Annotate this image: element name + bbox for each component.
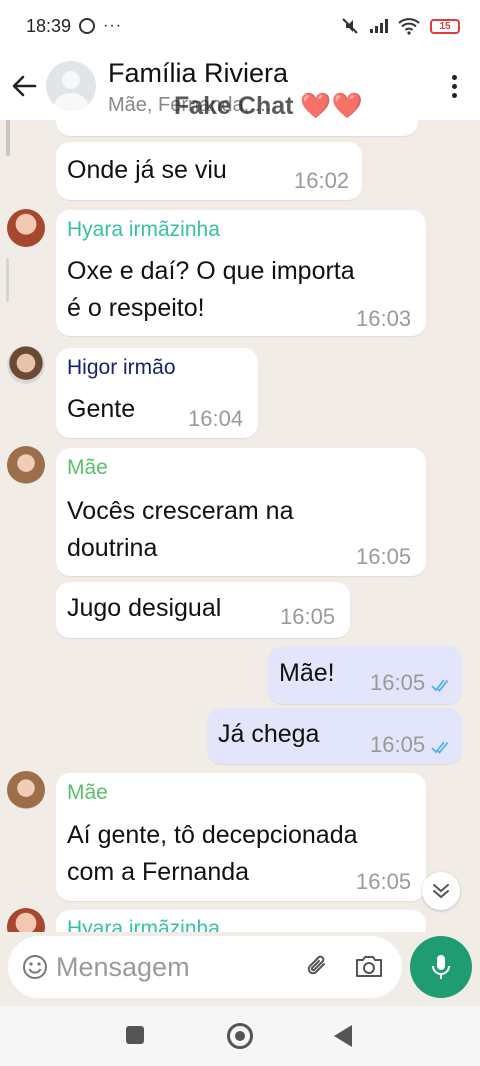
message-bubble[interactable]: Jugo desigual 16:05	[56, 582, 350, 638]
emoji-icon[interactable]	[22, 954, 48, 980]
message-time: 16:04	[188, 406, 244, 431]
message-placeholder: Mensagem	[56, 952, 190, 982]
message-text: Já chega	[218, 720, 320, 748]
wifi-icon	[398, 18, 420, 35]
message-bubble-outgoing[interactable]: Mãe! 16:05	[268, 646, 462, 704]
sender-name: Mãe	[67, 781, 108, 804]
composer-bar: Mensagem	[0, 932, 480, 1006]
message-time: 16:03	[356, 306, 412, 331]
message-bubble-partial	[56, 120, 418, 136]
more-notifications-icon: ···	[103, 17, 123, 34]
message-time: 16:05	[370, 670, 426, 695]
message-bubble[interactable]: Higor irmão Gente 16:04	[56, 348, 258, 438]
chat-title: Família Riviera	[108, 58, 289, 88]
sender-avatar[interactable]	[7, 209, 45, 247]
scroll-to-bottom-button[interactable]	[422, 872, 460, 910]
back-button[interactable]	[2, 64, 46, 108]
message-input[interactable]: Mensagem	[8, 936, 402, 998]
battery-icon: 15	[430, 18, 460, 34]
message-text-line: doutrina	[67, 534, 158, 562]
message-bubble[interactable]: Hyara irmãzinha Oxe e daí? O que importa…	[56, 210, 426, 336]
read-ticks-icon	[431, 679, 449, 692]
chat-header: Família Riviera Mãe, Fernanda, ... Fake …	[0, 52, 480, 120]
sender-name: Hyara irmãzinha	[67, 218, 220, 241]
arrow-left-icon	[12, 75, 37, 97]
message-text: Onde já se viu	[67, 156, 227, 184]
sender-name: Mãe	[67, 456, 108, 479]
more-dot	[451, 92, 457, 98]
sender-avatar[interactable]	[7, 771, 45, 809]
chevron-double-down-icon	[433, 884, 449, 899]
message-text: Mãe!	[279, 659, 335, 687]
sender-avatar[interactable]	[7, 908, 45, 932]
microphone-icon	[432, 955, 450, 979]
message-bubble[interactable]: Mãe Aí gente, tô decepcionada com a Fern…	[56, 773, 426, 901]
message-bubble[interactable]: Onde já se viu 16:02	[56, 142, 362, 200]
message-list[interactable]: Onde já se viu 16:02 Hyara irmãzinha Oxe…	[0, 120, 480, 932]
sender-name: Higor irmão	[67, 356, 176, 379]
message-text: Jugo desigual	[67, 594, 222, 622]
message-text: Gente	[67, 395, 136, 423]
more-dot	[451, 74, 457, 80]
group-avatar[interactable]	[46, 61, 96, 111]
message-time: 16:05	[356, 869, 412, 894]
message-time: 16:05	[280, 604, 336, 629]
message-time: 16:02	[294, 168, 350, 193]
sender-name: Hyara irmãzinha	[67, 917, 220, 932]
home-button[interactable]	[227, 1023, 253, 1049]
system-back-button[interactable]	[334, 1025, 352, 1047]
scroll-indicator	[6, 120, 10, 156]
attachment-icon[interactable]	[304, 952, 332, 980]
mute-icon	[342, 18, 358, 34]
chat-info[interactable]: Família Riviera Mãe, Fernanda, ... Fake …	[108, 56, 444, 120]
scroll-indicator	[6, 258, 9, 302]
more-options-button[interactable]	[444, 66, 464, 106]
message-text-line: Oxe e daí? O que importa	[67, 257, 355, 285]
message-text-line: Vocês cresceram na	[67, 497, 294, 525]
signal-icon	[370, 19, 388, 33]
sender-avatar[interactable]	[7, 446, 45, 484]
voice-message-button[interactable]	[410, 936, 472, 998]
message-time: 16:05	[356, 544, 412, 569]
system-navigation-bar	[0, 1006, 480, 1066]
message-bubble-outgoing[interactable]: Já chega 16:05	[207, 708, 462, 764]
message-text-line: Aí gente, tô decepcionada	[67, 821, 358, 849]
battery-level: 15	[439, 20, 451, 32]
watermark-text: Fake Chat ❤️❤️	[174, 92, 363, 120]
sender-avatar[interactable]	[7, 346, 45, 384]
camera-icon[interactable]	[354, 952, 384, 980]
message-text-line: é o respeito!	[67, 294, 205, 322]
message-time: 16:05	[370, 732, 426, 757]
message-bubble[interactable]: Mãe Vocês cresceram na doutrina 16:05	[56, 448, 426, 576]
message-text-line: com a Fernanda	[67, 858, 250, 886]
whatsapp-icon	[79, 18, 96, 34]
read-ticks-icon	[431, 741, 449, 754]
more-dot	[451, 83, 457, 89]
recent-apps-button[interactable]	[126, 1026, 144, 1044]
message-bubble-partial[interactable]: Hyara irmãzinha	[56, 910, 426, 932]
status-bar: 18:39 ··· 15	[0, 0, 480, 52]
status-time: 18:39	[26, 15, 72, 36]
